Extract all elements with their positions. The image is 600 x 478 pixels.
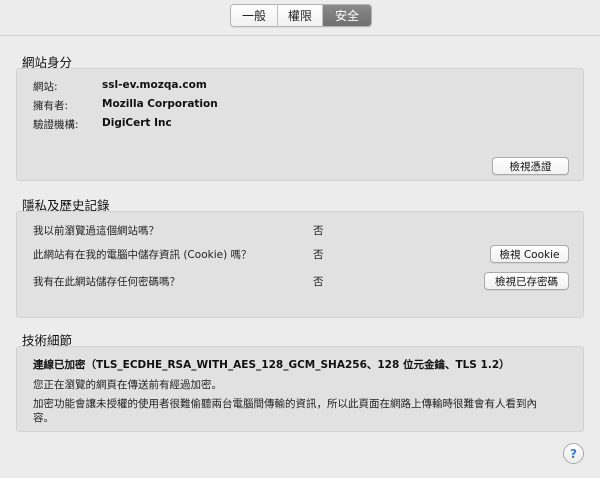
verifier-value: DigiCert Inc <box>102 117 172 129</box>
saved-passwords-question: 我有在此網站儲存任何密碼嗎？ <box>33 276 180 288</box>
encryption-description-2: 加密功能會讓未授權的使用者很難偷聽兩台電腦間傳輸的資訊，所以此頁面在網路上傳輸時… <box>33 398 537 410</box>
tab-security[interactable]: 安全 <box>323 5 371 26</box>
verifier-label: 驗證機構: <box>33 119 79 131</box>
tab-permissions[interactable]: 權限 <box>278 5 323 26</box>
website-label: 網站: <box>33 81 58 93</box>
view-saved-passwords-button[interactable]: 檢視已存密碼 <box>484 272 569 290</box>
saved-passwords-answer: 否 <box>313 276 324 288</box>
view-cookies-button[interactable]: 檢視 Cookie <box>490 245 569 263</box>
view-certificate-button[interactable]: 檢視憑證 <box>492 157 569 175</box>
visited-before-question: 我以前瀏覽過這個網站嗎？ <box>33 225 159 237</box>
cookies-question: 此網站有在我的電腦中儲存資訊 (Cookie) 嗎？ <box>33 249 252 261</box>
technical-group: 連線已加密（TLS_ECDHE_RSA_WITH_AES_128_GCM_SHA… <box>16 346 584 432</box>
website-value: ssl-ev.mozqa.com <box>102 79 207 91</box>
connection-summary: 連線已加密（TLS_ECDHE_RSA_WITH_AES_128_GCM_SHA… <box>33 359 510 371</box>
tab-general[interactable]: 一般 <box>231 5 278 26</box>
divider <box>0 35 600 36</box>
owner-value: Mozilla Corporation <box>102 98 218 110</box>
privacy-group: 我以前瀏覽過這個網站嗎？ 否 此網站有在我的電腦中儲存資訊 (Cookie) 嗎… <box>16 211 584 318</box>
encryption-description-1: 您正在瀏覽的網頁在傳送前有經過加密。 <box>33 379 222 391</box>
help-icon[interactable]: ? <box>563 443 584 464</box>
identity-group: 網站: ssl-ev.mozqa.com 擁有者: Mozilla Corpor… <box>16 68 584 181</box>
owner-label: 擁有者: <box>33 100 69 112</box>
visited-before-answer: 否 <box>313 225 324 237</box>
tab-bar: 一般 權限 安全 <box>230 4 372 27</box>
encryption-description-3: 容。 <box>33 412 54 424</box>
cookies-answer: 否 <box>313 249 324 261</box>
